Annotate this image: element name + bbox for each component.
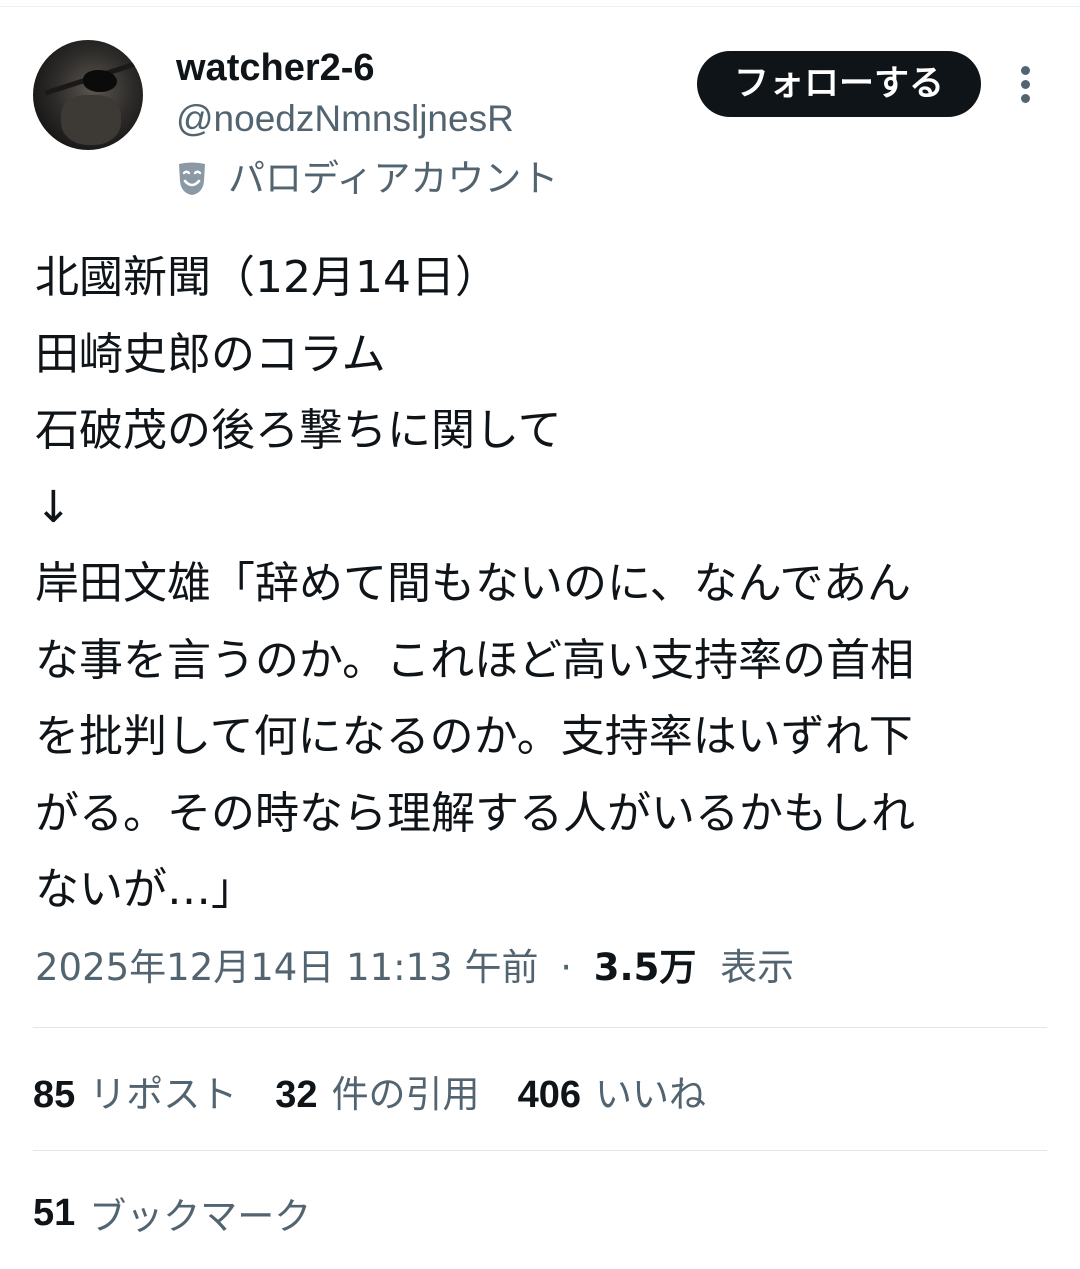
like-count: 406 (517, 1074, 581, 1116)
tweet-line: がる。その時なら理解する人がいるかもしれ (35, 787, 915, 839)
more-options-icon[interactable] (1010, 62, 1040, 108)
tweet-timestamp[interactable]: 2025年12月14日 11:13 午前 (35, 946, 538, 989)
bookmark-stat[interactable]: 51 ブックマーク (33, 1185, 311, 1241)
engagement-stats: 85 リポスト 32 件の引用 406 いいね (33, 1063, 744, 1119)
tweet-line: な事を言うのか。これほど高い支持率の首相 (35, 634, 915, 686)
tweet-line: ↓ (35, 481, 72, 533)
repost-count: 85 (33, 1074, 76, 1116)
like-stat[interactable]: 406 いいね (518, 1064, 706, 1118)
tweet-line: ないが…」 (35, 864, 255, 915)
top-divider (0, 6, 1080, 7)
views-label: 表示 (720, 946, 795, 989)
repost-label: リポスト (89, 1073, 238, 1116)
follow-button[interactable]: フォローする (697, 51, 981, 117)
avatar-eyepatch-shape (83, 70, 117, 92)
divider (33, 1027, 1047, 1028)
display-name[interactable]: watcher2-6 (176, 44, 375, 92)
account-label-text: パロディアカウント (228, 157, 559, 200)
avatar-face-shape (61, 95, 121, 145)
quote-stat[interactable]: 32 件の引用 (275, 1064, 479, 1118)
user-avatar[interactable] (33, 40, 143, 150)
bookmark-label: ブックマーク (89, 1195, 312, 1238)
tweet-text: 北國新聞（12月14日） 田崎史郎のコラム 石破茂の後ろ撃ちに関して ↓ 岸田文… (35, 240, 1045, 929)
divider (33, 1150, 1047, 1151)
quote-label: 件の引用 (331, 1073, 480, 1116)
parody-account-label: パロディアカウント (176, 156, 558, 202)
bookmark-count: 51 (33, 1191, 76, 1234)
tweet-line: 北國新聞（12月14日） (35, 252, 499, 303)
meta-separator: · (560, 946, 573, 989)
tweet-line: 石破茂の後ろ撃ちに関して (35, 405, 562, 456)
views-count: 3.5万 (593, 946, 697, 989)
tweet-line: 岸田文雄「辞めて間もないのに、なんであん (35, 558, 912, 609)
like-label: いいね (594, 1073, 706, 1116)
theater-mask-icon (176, 161, 208, 197)
repost-stat[interactable]: 85 リポスト (33, 1064, 237, 1118)
tweet-line: 田崎史郎のコラム (35, 328, 386, 380)
quote-count: 32 (275, 1074, 318, 1116)
user-handle[interactable]: @noedzNmnsljnesR (176, 96, 514, 142)
tweet-line: を批判して何になるのか。支持率はいずれ下 (35, 711, 913, 762)
tweet-meta: 2025年12月14日 11:13 午前 · 3.5万 表示 (35, 940, 794, 996)
